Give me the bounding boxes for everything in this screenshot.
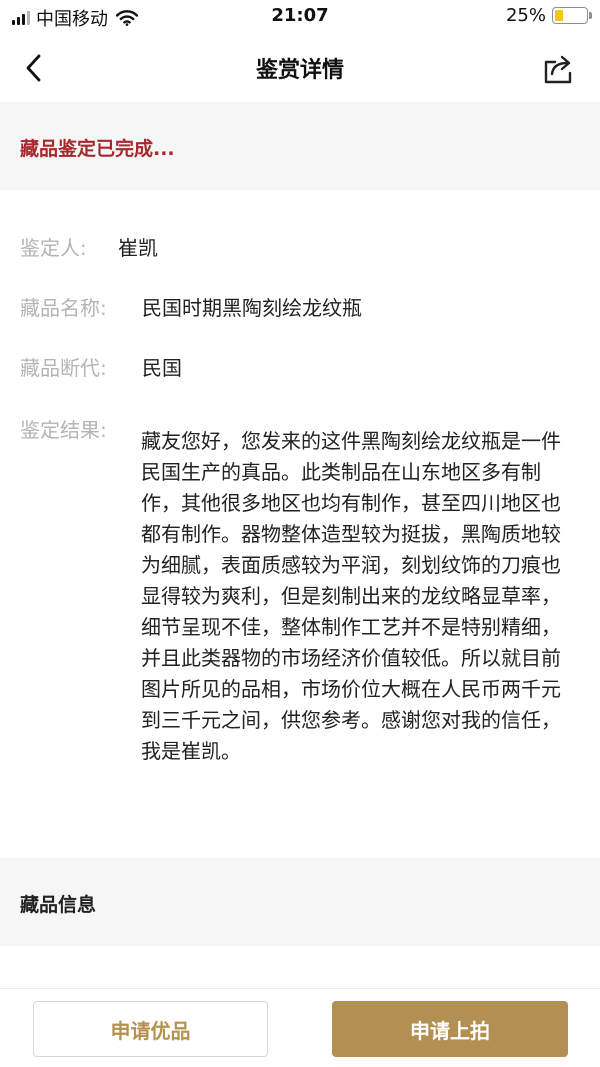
item-name-row: 藏品名称: 民国时期黑陶刻绘龙纹瓶 xyxy=(20,292,362,321)
status-banner: 藏品鉴定已完成... xyxy=(0,102,600,190)
nav-bar: 鉴赏详情 xyxy=(0,34,600,102)
appraisal-status-text: 藏品鉴定已完成... xyxy=(20,138,175,160)
battery-fill xyxy=(555,10,563,21)
battery-percent: 25% xyxy=(505,5,546,26)
apply-auction-button[interactable]: 申请上拍 xyxy=(332,1001,568,1057)
bottom-action-bar: 申请优品 申请上拍 xyxy=(0,988,600,1067)
share-icon xyxy=(544,55,572,84)
item-name-label: 藏品名称: xyxy=(20,296,107,320)
status-right: 25% xyxy=(505,5,592,26)
item-name-value: 民国时期黑陶刻绘龙纹瓶 xyxy=(142,296,362,320)
item-era-row: 藏品断代: 民国 xyxy=(20,352,182,381)
appraisal-result-text: 藏友您好，您发来的这件黑陶刻绘龙纹瓶是一件民国生产的真品。此类制品在山东地区多有… xyxy=(141,429,561,763)
result-label: 鉴定结果: xyxy=(20,418,107,442)
status-bar: 中国移动 21:07 25% xyxy=(0,0,600,34)
result-row: 鉴定结果: xyxy=(20,414,142,443)
page-title: 鉴赏详情 xyxy=(255,58,344,83)
item-era-label: 藏品断代: xyxy=(20,356,107,380)
item-info-section: 藏品信息 xyxy=(0,858,600,946)
appraiser-row: 鉴定人: 崔凯 xyxy=(20,232,158,261)
battery-icon xyxy=(552,7,592,24)
appraiser-value: 崔凯 xyxy=(118,236,158,260)
item-era-value: 民国 xyxy=(142,356,182,380)
page: 中国移动 21:07 25% 鉴赏详情 藏品鉴定已完成... 鉴定人: 崔凯 藏… xyxy=(0,0,600,1067)
apply-premium-button[interactable]: 申请优品 xyxy=(33,1001,268,1057)
share-button[interactable] xyxy=(540,50,578,88)
appraiser-label: 鉴定人: xyxy=(20,236,87,260)
section-title: 藏品信息 xyxy=(20,894,97,916)
